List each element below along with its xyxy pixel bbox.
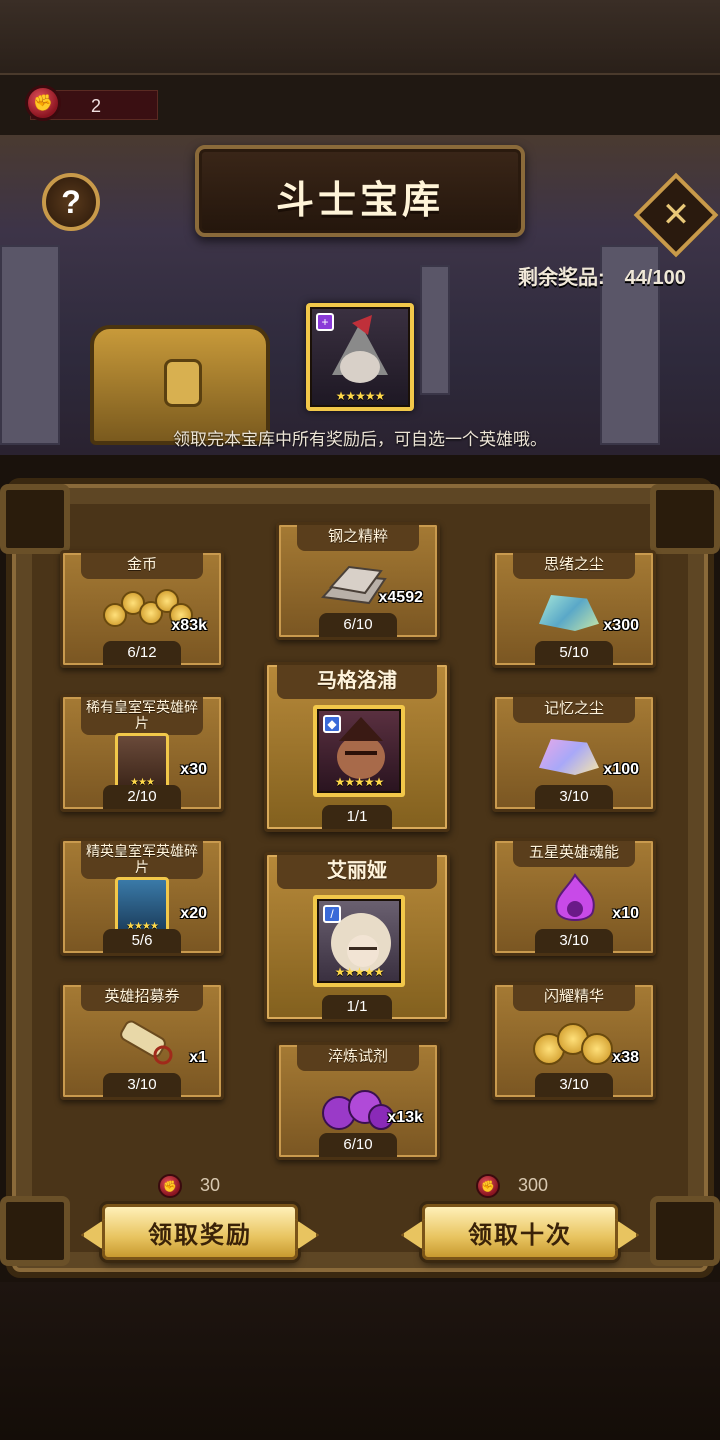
memory-dust-icon — [539, 739, 599, 775]
reward-qty: x10 — [612, 905, 639, 922]
hero-portrait-icon — [332, 315, 388, 383]
fist-token-icon: ✊ — [476, 1174, 500, 1198]
corner-decoration — [650, 1196, 720, 1266]
claim-reward-button[interactable]: 领取奖励 — [102, 1204, 298, 1260]
reward-qty: x300 — [603, 617, 639, 634]
reward-card-thought-dust[interactable]: 思绪之尘 x300 5/10 — [492, 550, 656, 668]
close-icon: ✕ — [661, 196, 691, 234]
reward-card-temper-potion[interactable]: 淬炼试剂 x13k 6/10 — [276, 1042, 440, 1160]
soul-flame-icon — [555, 873, 595, 921]
reward-name: 淬炼试剂 — [297, 1045, 419, 1071]
reward-count: 6/10 — [319, 613, 397, 637]
reward-count: 1/1 — [322, 805, 392, 829]
shine-essence-icon — [533, 1023, 623, 1073]
thought-dust-icon — [539, 595, 599, 631]
reward-card-shine-essence[interactable]: 闪耀精华 x38 3/10 — [492, 982, 656, 1100]
hero-portrait: / ★★★★★ — [313, 895, 405, 987]
reward-card-hero-magelopu[interactable]: 马格洛浦 ◆ ★★★★★ 1/1 — [264, 662, 450, 832]
reward-name: 闪耀精华 — [513, 985, 635, 1011]
status-bar — [0, 0, 720, 75]
remaining-label: 剩余奖品: — [518, 267, 605, 289]
cost-value: 30 — [200, 1174, 221, 1195]
hero-portrait: ◆ ★★★★★ — [313, 705, 405, 797]
reward-name: 思绪之尘 — [513, 553, 635, 579]
currency-value: 2 — [91, 96, 102, 116]
reward-qty: x4592 — [378, 589, 424, 606]
reward-count: 3/10 — [535, 1073, 613, 1097]
reward-card-rare-shard[interactable]: 稀有皇室军英雄碎片 ★★★ x30 2/10 — [60, 694, 224, 812]
class-badge-icon: / — [323, 905, 341, 923]
reward-name: 艾丽娅 — [277, 855, 437, 889]
reward-count: 3/10 — [535, 929, 613, 953]
hero-stars: ★★★★★ — [335, 389, 386, 403]
reward-card-elite-shard[interactable]: 精英皇室军英雄碎片 ★★★★ x20 5/6 — [60, 838, 224, 956]
hero-stars: ★★★★★ — [334, 965, 385, 979]
elite-shard-icon: ★★★★ — [115, 877, 169, 937]
reward-qty: x100 — [603, 761, 639, 778]
title-frame: 斗士宝库 — [195, 145, 525, 237]
reward-qty: x38 — [612, 1049, 639, 1066]
fist-token-icon: ✊ — [158, 1174, 182, 1198]
claim-ten-cost: ✊ 300 — [476, 1174, 548, 1198]
fist-token-icon: ✊ — [25, 85, 61, 121]
reward-qty: x13k — [387, 1109, 423, 1126]
bottom-nav — [0, 1282, 720, 1440]
reward-count: 3/10 — [535, 785, 613, 809]
claim-ten-button[interactable]: 领取十次 — [422, 1204, 618, 1260]
currency-box[interactable]: ✊ 2 — [25, 85, 158, 121]
reward-qty: x83k — [171, 617, 207, 634]
reward-name: 马格洛浦 — [277, 665, 437, 699]
reward-name: 金币 — [81, 553, 203, 579]
cost-value: 300 — [518, 1174, 549, 1195]
reward-name: 记忆之尘 — [513, 697, 635, 723]
reward-qty: x30 — [180, 761, 207, 778]
reward-card-five-star-soul[interactable]: 五星英雄魂能 x10 3/10 — [492, 838, 656, 956]
reward-name: 英雄招募券 — [81, 985, 203, 1011]
reward-count: 5/6 — [103, 929, 181, 953]
scroll-icon — [120, 1020, 173, 1065]
reward-qty: x20 — [180, 905, 207, 922]
shield-decoration — [420, 265, 450, 395]
class-badge-icon: ◆ — [323, 715, 341, 733]
currency-bar: ✊ 2 — [0, 75, 720, 135]
reward-name: 精英皇室军英雄碎片 — [81, 841, 203, 879]
reward-card-hero-aliya[interactable]: 艾丽娅 / ★★★★★ 1/1 — [264, 852, 450, 1022]
corner-decoration — [0, 484, 70, 554]
reward-count: 3/10 — [103, 1073, 181, 1097]
hero-stars: ★★★★★ — [334, 775, 385, 789]
reward-card-memory-dust[interactable]: 记忆之尘 x100 3/10 — [492, 694, 656, 812]
reward-card-gold[interactable]: 金币 x83k 6/12 — [60, 550, 224, 668]
help-button[interactable]: ? — [42, 173, 100, 231]
reward-count: 5/10 — [535, 641, 613, 665]
reward-count: 6/12 — [103, 641, 181, 665]
vault-note: 领取完本宝库中所有奖励后，可自选一个英雄哦。 — [173, 430, 547, 449]
lock-icon — [164, 359, 202, 407]
reward-card-recruit-scroll[interactable]: 英雄招募券 x1 3/10 — [60, 982, 224, 1100]
corner-decoration — [650, 484, 720, 554]
vault-banner: 斗士宝库 ? ✕ 剩余奖品: 44/100 + ★★★★★ 领取完本宝库中所有奖励… — [0, 135, 720, 455]
reward-qty: x1 — [189, 1049, 207, 1066]
reward-count: 6/10 — [319, 1133, 397, 1157]
reward-card-steel[interactable]: 钢之精粹 x4592 6/10 — [276, 522, 440, 640]
reward-name: 稀有皇室军英雄碎片 — [81, 697, 203, 735]
page-title: 斗士宝库 — [275, 180, 444, 222]
featured-hero-card[interactable]: + ★★★★★ — [306, 303, 414, 411]
claim-one-cost: ✊ 30 — [158, 1174, 220, 1198]
reward-name: 五星英雄魂能 — [513, 841, 635, 867]
pillar-decoration — [0, 245, 60, 445]
remaining-rewards: 剩余奖品: 44/100 — [518, 261, 686, 290]
reward-count: 2/10 — [103, 785, 181, 809]
reward-name: 钢之精粹 — [297, 525, 419, 551]
rare-shard-icon: ★★★ — [115, 733, 169, 793]
reward-count: 1/1 — [322, 995, 392, 1019]
corner-decoration — [0, 1196, 70, 1266]
remaining-value: 44/100 — [624, 267, 686, 289]
